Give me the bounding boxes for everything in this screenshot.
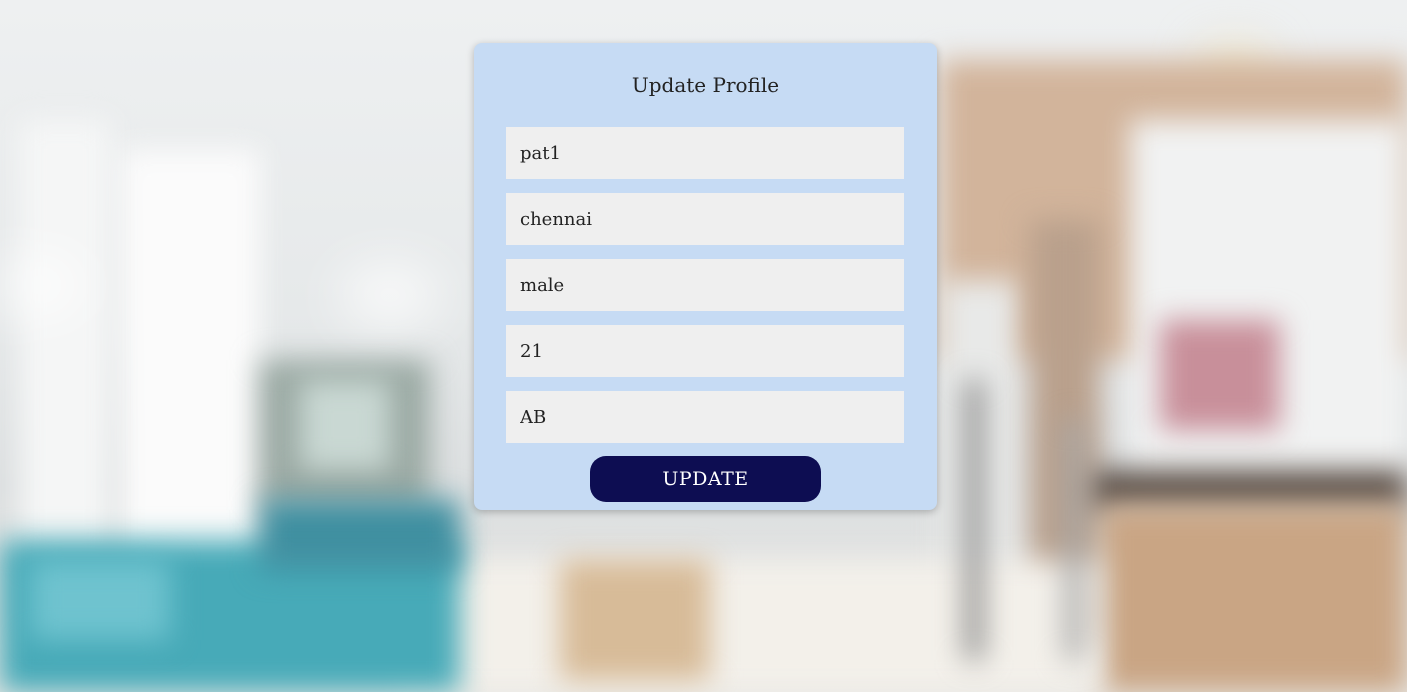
background-light: [340, 270, 440, 320]
blood-group-input[interactable]: [506, 391, 904, 443]
page-title: Update Profile: [631, 73, 780, 97]
name-input[interactable]: [506, 127, 904, 179]
update-profile-card: Update Profile UPDATE: [474, 43, 937, 510]
background-window: [300, 380, 390, 470]
background-seats: [260, 500, 460, 570]
background-pillar: [120, 150, 260, 570]
background-floor: [400, 560, 1100, 692]
background-counter: [1100, 505, 1407, 692]
background-shelf: [1160, 320, 1280, 430]
background-light: [0, 260, 80, 310]
background-counter: [1090, 470, 1407, 510]
background-post: [965, 380, 983, 660]
city-input[interactable]: [506, 193, 904, 245]
background-pillar: [20, 120, 110, 560]
age-input[interactable]: [506, 325, 904, 377]
gender-input[interactable]: [506, 259, 904, 311]
background-seats-highlight: [30, 560, 170, 640]
background-floor-reflection: [560, 560, 710, 680]
background-wall: [1130, 120, 1407, 500]
background-post: [1065, 420, 1083, 660]
update-button[interactable]: UPDATE: [590, 456, 821, 502]
